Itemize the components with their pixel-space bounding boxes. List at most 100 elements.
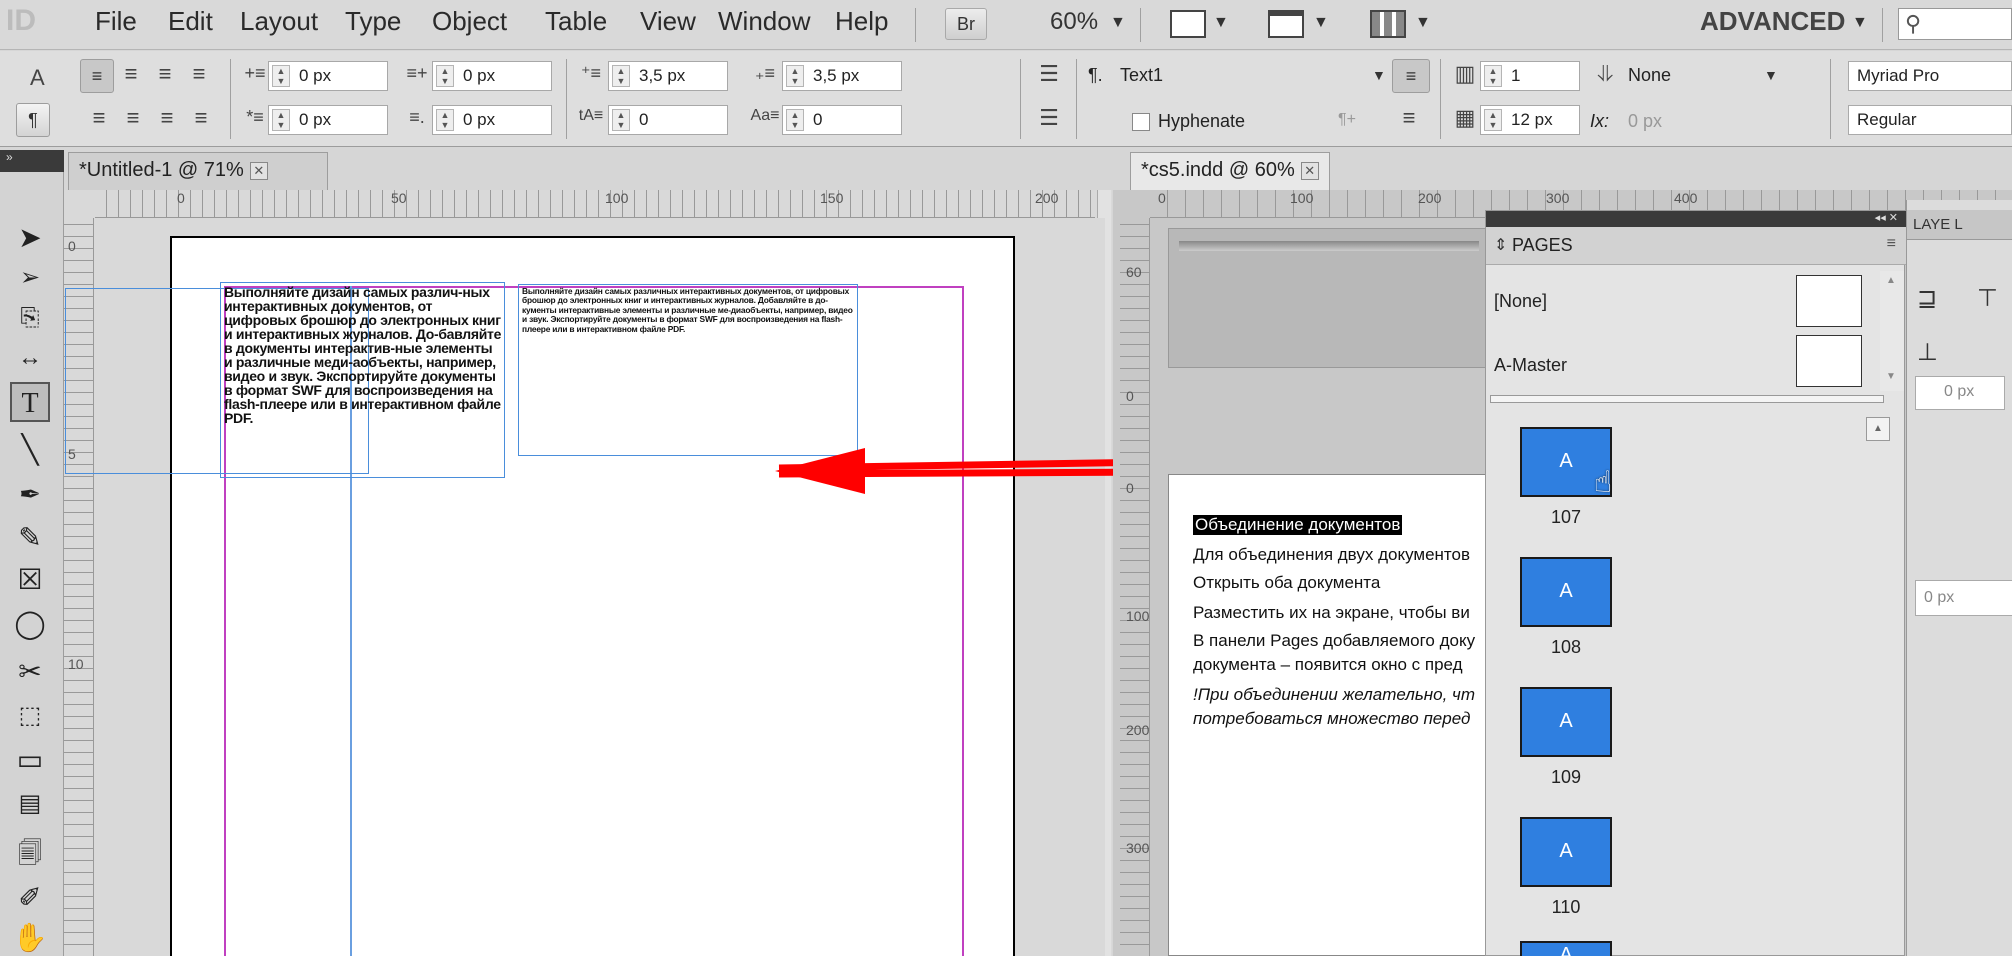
space-before-field[interactable]: ▲ ▼ 3,5 px	[608, 61, 728, 91]
span-columns-select[interactable]: None	[1628, 65, 1671, 86]
screen-mode-icon[interactable]	[1268, 10, 1304, 38]
tab-untitled-1[interactable]: *Untitled-1 @ 71% ✕	[68, 152, 328, 190]
hand-tool-icon[interactable]: ✋	[10, 918, 50, 956]
tools-panel-header[interactable]: »	[0, 150, 64, 172]
last-indent-field[interactable]: ▲ ▼ 0 px	[432, 105, 552, 135]
page-tool-icon[interactable]: ⎘	[10, 298, 50, 338]
line-tool-icon[interactable]: ╲	[10, 430, 50, 470]
paragraph-style-select[interactable]: Text1	[1120, 65, 1163, 86]
menu-type[interactable]: Type	[345, 6, 401, 37]
menu-object[interactable]: Object	[432, 6, 507, 37]
panel-menu-icon[interactable]: ≡	[1887, 235, 1896, 253]
note-tool-icon[interactable]: 🗐	[10, 834, 50, 874]
menu-help[interactable]: Help	[835, 6, 888, 37]
hyphenate-checkbox[interactable]	[1132, 113, 1150, 131]
page-thumb-111[interactable]: A	[1520, 941, 1612, 956]
workspace-switcher[interactable]: ADVANCED	[1700, 6, 1845, 37]
panel-field-1[interactable]: 0 px	[1915, 376, 2005, 410]
pencil-tool-icon[interactable]: ✎	[10, 518, 50, 558]
horizontal-ruler[interactable]: 0 50 100 150 200	[95, 190, 1095, 218]
scissors-tool-icon[interactable]: ✂	[10, 652, 50, 692]
stepper[interactable]: ▲ ▼	[612, 109, 630, 131]
align-right-button[interactable]: ≡	[150, 61, 180, 87]
pages-tab[interactable]: PAGES	[1512, 235, 1573, 256]
align-to-baseline-button[interactable]: ≡	[1392, 59, 1430, 93]
free-transform-tool-icon[interactable]: ⬚	[10, 696, 50, 736]
pen-tool-icon[interactable]: ✒	[10, 474, 50, 514]
selected-heading[interactable]: Объединение документов	[1193, 515, 1403, 535]
font-style-field[interactable]: Regular	[1848, 105, 2012, 135]
arrange-documents-icon[interactable]	[1370, 10, 1406, 38]
numbered-list-icon[interactable]: ☰	[1034, 105, 1064, 131]
stepper[interactable]: ▲ ▼	[272, 109, 290, 131]
gap-tool-icon[interactable]: ↔	[10, 338, 50, 378]
justify-all-button[interactable]: ≡	[186, 105, 216, 131]
stepper[interactable]: ▲ ▼	[272, 65, 290, 87]
chevron-down-icon[interactable]: ▼	[1110, 14, 1126, 32]
scroll-up-icon[interactable]: ▲	[1866, 417, 1890, 441]
menu-window[interactable]: Window	[718, 6, 810, 37]
stepper[interactable]: ▲ ▼	[436, 65, 454, 87]
zoom-level[interactable]: 60%	[1050, 8, 1098, 36]
pages-panel-titlebar[interactable]: ◂◂ ✕	[1486, 211, 1906, 227]
stepper[interactable]: ▲ ▼	[786, 65, 804, 87]
chevron-down-icon[interactable]: ▼	[1372, 67, 1386, 83]
masters-scrollbar[interactable]: ▲ ▼	[1880, 271, 1904, 391]
master-none[interactable]: [None]	[1494, 291, 1547, 312]
panel-divider[interactable]	[1490, 395, 1884, 403]
menu-table[interactable]: Table	[545, 6, 607, 37]
menu-layout[interactable]: Layout	[240, 6, 318, 37]
view-options-icon[interactable]	[1170, 10, 1206, 38]
panel-field-2[interactable]: 0 px	[1915, 580, 2012, 616]
align-icon[interactable]: ⊒	[1917, 284, 1937, 313]
collapse-icon[interactable]: ◂◂ ✕	[1875, 211, 1898, 224]
tab-cs5[interactable]: *cs5.indd @ 60% ✕	[1130, 152, 1330, 190]
vertical-ruler-2[interactable]: 60 0 0 100 200 300	[1120, 218, 1150, 956]
master-a-thumb[interactable]	[1796, 335, 1862, 387]
bridge-button[interactable]: Br	[945, 8, 987, 40]
gutter-field[interactable]: ▲ ▼ 12 px	[1480, 105, 1580, 135]
stepper[interactable]: ▲ ▼	[612, 65, 630, 87]
master-none-thumb[interactable]	[1796, 275, 1862, 327]
first-indent-field[interactable]: ▲ ▼ 0 px	[268, 105, 388, 135]
master-a[interactable]: A-Master	[1494, 355, 1567, 376]
align-towards-spine-button[interactable]: ≡	[184, 61, 214, 87]
stepper[interactable]: ▲ ▼	[1484, 65, 1502, 87]
page-thumb-109[interactable]: A	[1520, 687, 1612, 757]
rectangle-frame-tool-icon[interactable]: ☒	[10, 560, 50, 600]
justify-left-button[interactable]: ≡	[84, 105, 114, 131]
columns-field[interactable]: ▲ ▼ 1	[1480, 61, 1580, 91]
x-offset-value[interactable]: 0 px	[1628, 111, 1662, 132]
expand-icon[interactable]: ⇕	[1494, 235, 1507, 255]
close-icon[interactable]: ✕	[1300, 161, 1319, 180]
stepper[interactable]: ▲ ▼	[436, 109, 454, 131]
eyedropper-tool-icon[interactable]: ✐	[10, 878, 50, 918]
scroll-up-icon[interactable]: ▲	[1886, 275, 1896, 286]
menu-view[interactable]: View	[640, 6, 696, 37]
layers-tab[interactable]: LAYE L	[1907, 210, 2012, 240]
selection-tool-icon[interactable]: ➤	[10, 218, 50, 258]
direct-selection-tool-icon[interactable]: ➢	[10, 258, 50, 298]
chevron-down-icon[interactable]: ▼	[1415, 14, 1431, 32]
character-mode-icon[interactable]: A	[30, 65, 45, 91]
gradient-swatch-tool-icon[interactable]: ▭	[10, 740, 50, 780]
dropcap-lines-field[interactable]: ▲ ▼ 0	[608, 105, 728, 135]
right-indent-field[interactable]: ▲ ▼ 0 px	[432, 61, 552, 91]
font-family-field[interactable]: Myriad Pro	[1848, 61, 2012, 91]
align-left-button[interactable]: ≡	[80, 59, 114, 93]
menu-file[interactable]: File	[95, 6, 137, 37]
chevron-down-icon[interactable]: ▼	[1764, 67, 1778, 83]
page-thumb-110[interactable]: A	[1520, 817, 1612, 887]
chevron-down-icon[interactable]: ▼	[1313, 14, 1329, 32]
stepper[interactable]: ▲ ▼	[1484, 109, 1502, 131]
stepper[interactable]: ▲ ▼	[786, 109, 804, 131]
distribute-icon[interactable]: ⊥	[1917, 338, 1938, 367]
ellipse-tool-icon[interactable]: ◯	[10, 604, 50, 644]
type-tool-icon[interactable]: T	[10, 382, 50, 422]
space-after-field[interactable]: ▲ ▼ 3,5 px	[782, 61, 902, 91]
bullets-list-icon[interactable]: ☰	[1034, 61, 1064, 87]
search-input[interactable]: ⚲	[1898, 8, 2012, 40]
scroll-down-icon[interactable]: ▼	[1886, 371, 1896, 382]
close-icon[interactable]: ✕	[249, 161, 268, 180]
chevron-down-icon[interactable]: ▼	[1213, 14, 1229, 32]
